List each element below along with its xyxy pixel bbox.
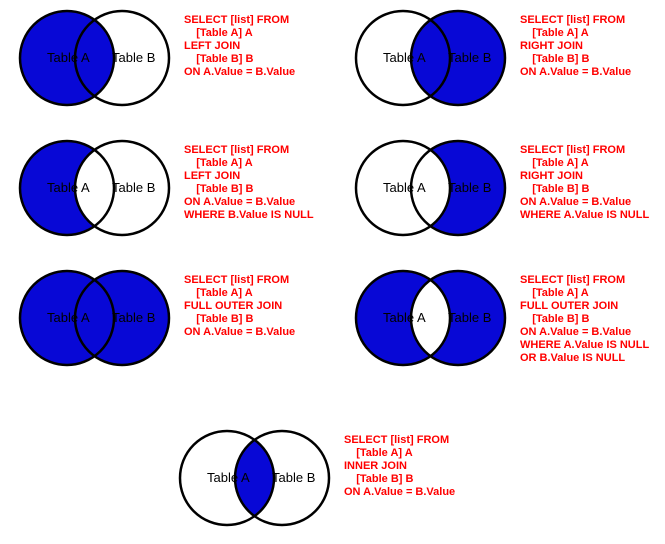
venn-label-a: Table A <box>47 180 90 195</box>
venn-label-b: Table B <box>112 50 155 65</box>
venn-left_join: Table A Table B <box>12 8 177 108</box>
sql-right_join: SELECT [list] FROM [Table A] A RIGHT JOI… <box>520 14 631 79</box>
venn-inner_join: Table A Table B <box>172 428 337 528</box>
venn-label-b: Table B <box>448 50 491 65</box>
sql-join-venn-canvas: Table A Table B SELECT [list] FROM [Tabl… <box>0 0 665 544</box>
venn-label-a: Table A <box>383 180 426 195</box>
venn-label-b: Table B <box>112 180 155 195</box>
venn-label-b: Table B <box>112 310 155 325</box>
venn-label-b: Table B <box>448 180 491 195</box>
venn-label-a: Table A <box>207 470 250 485</box>
venn-label-a: Table A <box>47 50 90 65</box>
sql-full_outer: SELECT [list] FROM [Table A] A FULL OUTE… <box>184 274 295 339</box>
venn-label-b: Table B <box>272 470 315 485</box>
venn-full_outer: Table A Table B <box>12 268 177 368</box>
venn-full_outer_excl: Table A Table B <box>348 268 513 368</box>
sql-left_excl: SELECT [list] FROM [Table A] A LEFT JOIN… <box>184 144 314 222</box>
venn-left_excl: Table A Table B <box>12 138 177 238</box>
figure-right_join: Table A Table B SELECT [list] FROM [Tabl… <box>348 8 513 108</box>
venn-label-a: Table A <box>47 310 90 325</box>
venn-label-b: Table B <box>448 310 491 325</box>
venn-right_excl: Table A Table B <box>348 138 513 238</box>
figure-right_excl: Table A Table B SELECT [list] FROM [Tabl… <box>348 138 513 238</box>
sql-inner_join: SELECT [list] FROM [Table A] A INNER JOI… <box>344 434 455 499</box>
venn-label-a: Table A <box>383 310 426 325</box>
venn-right_join: Table A Table B <box>348 8 513 108</box>
figure-full_outer_excl: Table A Table B SELECT [list] FROM [Tabl… <box>348 268 513 368</box>
venn-label-a: Table A <box>383 50 426 65</box>
sql-right_excl: SELECT [list] FROM [Table A] A RIGHT JOI… <box>520 144 649 222</box>
sql-full_outer_excl: SELECT [list] FROM [Table A] A FULL OUTE… <box>520 274 649 365</box>
figure-inner_join: Table A Table B SELECT [list] FROM [Tabl… <box>172 428 337 528</box>
sql-left_join: SELECT [list] FROM [Table A] A LEFT JOIN… <box>184 14 295 79</box>
figure-full_outer: Table A Table B SELECT [list] FROM [Tabl… <box>12 268 177 368</box>
figure-left_excl: Table A Table B SELECT [list] FROM [Tabl… <box>12 138 177 238</box>
figure-left_join: Table A Table B SELECT [list] FROM [Tabl… <box>12 8 177 108</box>
